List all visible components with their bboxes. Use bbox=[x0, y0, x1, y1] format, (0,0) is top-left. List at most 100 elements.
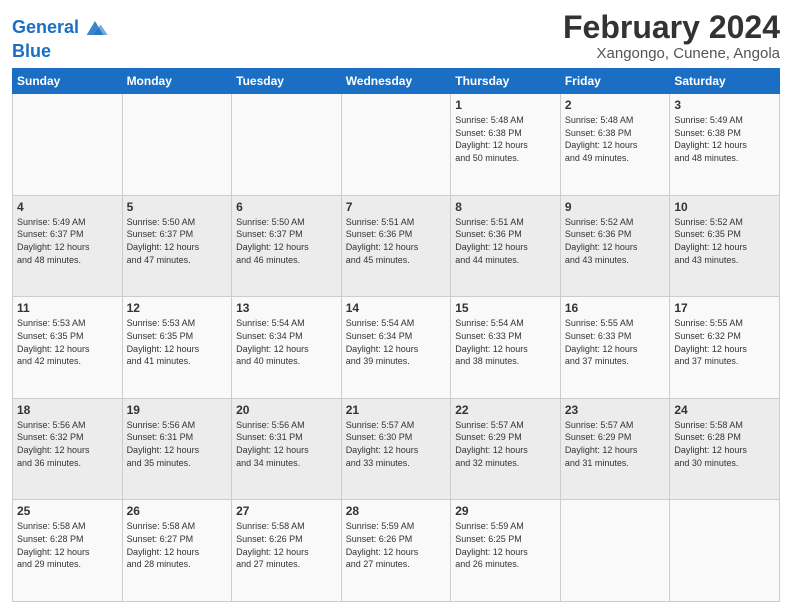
calendar-cell: 7 Sunrise: 5:51 AM Sunset: 6:36 PM Daylig… bbox=[341, 195, 451, 297]
calendar-cell: 8Sunrise: 5:51 AM Sunset: 6:36 PM Daylig… bbox=[451, 195, 561, 297]
calendar-cell: 26 Sunrise: 5:58 AM Sunset: 6:27 PM Dayli… bbox=[122, 500, 232, 602]
day-info: Sunrise: 5:55 AM Sunset: 6:33 PM Dayligh… bbox=[565, 317, 666, 367]
day-number: 28 bbox=[346, 504, 447, 518]
day-info: Sunrise: 5:57 AM Sunset: 6:30 PM Dayligh… bbox=[346, 419, 447, 469]
day-number: 29 bbox=[455, 504, 556, 518]
calendar-cell: 20 Sunrise: 5:56 AM Sunset: 6:31 PM Dayli… bbox=[232, 398, 342, 500]
day-info: Sunrise: 5:59 AM Sunset: 6:25 PM Dayligh… bbox=[455, 520, 556, 570]
day-number: 6 bbox=[236, 200, 337, 214]
calendar-cell: 2Sunrise: 5:48 AM Sunset: 6:38 PM Daylig… bbox=[560, 94, 670, 196]
weekday-thursday: Thursday bbox=[451, 69, 561, 94]
day-number: 19 bbox=[127, 403, 228, 417]
day-info: Sunrise: 5:58 AM Sunset: 6:27 PM Dayligh… bbox=[127, 520, 228, 570]
calendar-cell: 12 Sunrise: 5:53 AM Sunset: 6:35 PM Dayli… bbox=[122, 297, 232, 399]
day-info: Sunrise: 5:54 AM Sunset: 6:34 PM Dayligh… bbox=[346, 317, 447, 367]
day-number: 5 bbox=[127, 200, 228, 214]
calendar-cell bbox=[670, 500, 780, 602]
calendar-cell: 9 Sunrise: 5:52 AM Sunset: 6:36 PM Daylig… bbox=[560, 195, 670, 297]
calendar-week-3: 11 Sunrise: 5:53 AM Sunset: 6:35 PM Dayli… bbox=[13, 297, 780, 399]
day-number: 7 bbox=[346, 200, 447, 214]
day-info: Sunrise: 5:58 AM Sunset: 6:26 PM Dayligh… bbox=[236, 520, 337, 570]
day-info: Sunrise: 5:53 AM Sunset: 6:35 PM Dayligh… bbox=[17, 317, 118, 367]
calendar-cell bbox=[560, 500, 670, 602]
day-info: Sunrise: 5:54 AM Sunset: 6:33 PM Dayligh… bbox=[455, 317, 556, 367]
weekday-header-row: SundayMondayTuesdayWednesdayThursdayFrid… bbox=[13, 69, 780, 94]
day-number: 14 bbox=[346, 301, 447, 315]
calendar-cell: 17Sunrise: 5:55 AM Sunset: 6:32 PM Dayli… bbox=[670, 297, 780, 399]
day-number: 20 bbox=[236, 403, 337, 417]
day-info: Sunrise: 5:58 AM Sunset: 6:28 PM Dayligh… bbox=[674, 419, 775, 469]
day-info: Sunrise: 5:56 AM Sunset: 6:31 PM Dayligh… bbox=[236, 419, 337, 469]
day-number: 4 bbox=[17, 200, 118, 214]
page: General Blue February 2024 Xangongo, Cun… bbox=[0, 0, 792, 612]
calendar-cell: 14 Sunrise: 5:54 AM Sunset: 6:34 PM Dayli… bbox=[341, 297, 451, 399]
day-info: Sunrise: 5:53 AM Sunset: 6:35 PM Dayligh… bbox=[127, 317, 228, 367]
day-info: Sunrise: 5:52 AM Sunset: 6:36 PM Dayligh… bbox=[565, 216, 666, 266]
day-number: 25 bbox=[17, 504, 118, 518]
logo-text: General bbox=[12, 18, 79, 38]
day-number: 3 bbox=[674, 98, 775, 112]
calendar-cell: 28 Sunrise: 5:59 AM Sunset: 6:26 PM Dayli… bbox=[341, 500, 451, 602]
calendar-cell: 18Sunrise: 5:56 AM Sunset: 6:32 PM Dayli… bbox=[13, 398, 123, 500]
day-number: 1 bbox=[455, 98, 556, 112]
calendar-week-2: 4 Sunrise: 5:49 AM Sunset: 6:37 PM Daylig… bbox=[13, 195, 780, 297]
weekday-monday: Monday bbox=[122, 69, 232, 94]
calendar-cell: 16 Sunrise: 5:55 AM Sunset: 6:33 PM Dayli… bbox=[560, 297, 670, 399]
subtitle: Xangongo, Cunene, Angola bbox=[563, 45, 780, 62]
main-title: February 2024 bbox=[563, 10, 780, 45]
calendar-cell: 1 Sunrise: 5:48 AM Sunset: 6:38 PM Daylig… bbox=[451, 94, 561, 196]
calendar-cell: 10 Sunrise: 5:52 AM Sunset: 6:35 PM Dayli… bbox=[670, 195, 780, 297]
day-number: 9 bbox=[565, 200, 666, 214]
calendar-cell: 5 Sunrise: 5:50 AM Sunset: 6:37 PM Daylig… bbox=[122, 195, 232, 297]
day-info: Sunrise: 5:49 AM Sunset: 6:37 PM Dayligh… bbox=[17, 216, 118, 266]
day-info: Sunrise: 5:49 AM Sunset: 6:38 PM Dayligh… bbox=[674, 114, 775, 164]
calendar-week-4: 18Sunrise: 5:56 AM Sunset: 6:32 PM Dayli… bbox=[13, 398, 780, 500]
day-number: 10 bbox=[674, 200, 775, 214]
day-info: Sunrise: 5:58 AM Sunset: 6:28 PM Dayligh… bbox=[17, 520, 118, 570]
day-info: Sunrise: 5:59 AM Sunset: 6:26 PM Dayligh… bbox=[346, 520, 447, 570]
calendar-cell: 22Sunrise: 5:57 AM Sunset: 6:29 PM Dayli… bbox=[451, 398, 561, 500]
logo-blue: Blue bbox=[12, 42, 109, 62]
day-number: 18 bbox=[17, 403, 118, 417]
day-number: 26 bbox=[127, 504, 228, 518]
title-block: February 2024 Xangongo, Cunene, Angola bbox=[563, 10, 780, 62]
day-info: Sunrise: 5:50 AM Sunset: 6:37 PM Dayligh… bbox=[236, 216, 337, 266]
calendar-cell: 6 Sunrise: 5:50 AM Sunset: 6:37 PM Daylig… bbox=[232, 195, 342, 297]
calendar-cell bbox=[13, 94, 123, 196]
calendar-cell: 13Sunrise: 5:54 AM Sunset: 6:34 PM Dayli… bbox=[232, 297, 342, 399]
calendar-cell bbox=[232, 94, 342, 196]
day-info: Sunrise: 5:51 AM Sunset: 6:36 PM Dayligh… bbox=[346, 216, 447, 266]
calendar-cell: 19 Sunrise: 5:56 AM Sunset: 6:31 PM Dayli… bbox=[122, 398, 232, 500]
day-number: 11 bbox=[17, 301, 118, 315]
calendar-cell: 15Sunrise: 5:54 AM Sunset: 6:33 PM Dayli… bbox=[451, 297, 561, 399]
calendar-week-5: 25 Sunrise: 5:58 AM Sunset: 6:28 PM Dayli… bbox=[13, 500, 780, 602]
calendar-cell bbox=[122, 94, 232, 196]
weekday-tuesday: Tuesday bbox=[232, 69, 342, 94]
day-number: 8 bbox=[455, 200, 556, 214]
calendar-cell: 11 Sunrise: 5:53 AM Sunset: 6:35 PM Dayli… bbox=[13, 297, 123, 399]
day-info: Sunrise: 5:52 AM Sunset: 6:35 PM Dayligh… bbox=[674, 216, 775, 266]
day-number: 12 bbox=[127, 301, 228, 315]
day-number: 27 bbox=[236, 504, 337, 518]
calendar-table: SundayMondayTuesdayWednesdayThursdayFrid… bbox=[12, 68, 780, 602]
calendar-cell: 21Sunrise: 5:57 AM Sunset: 6:30 PM Dayli… bbox=[341, 398, 451, 500]
logo: General Blue bbox=[12, 14, 109, 62]
calendar-week-1: 1 Sunrise: 5:48 AM Sunset: 6:38 PM Daylig… bbox=[13, 94, 780, 196]
day-number: 2 bbox=[565, 98, 666, 112]
weekday-friday: Friday bbox=[560, 69, 670, 94]
day-info: Sunrise: 5:57 AM Sunset: 6:29 PM Dayligh… bbox=[455, 419, 556, 469]
calendar-cell: 24Sunrise: 5:58 AM Sunset: 6:28 PM Dayli… bbox=[670, 398, 780, 500]
calendar-cell: 3 Sunrise: 5:49 AM Sunset: 6:38 PM Daylig… bbox=[670, 94, 780, 196]
day-number: 23 bbox=[565, 403, 666, 417]
logo-icon bbox=[81, 14, 109, 42]
day-info: Sunrise: 5:54 AM Sunset: 6:34 PM Dayligh… bbox=[236, 317, 337, 367]
day-info: Sunrise: 5:56 AM Sunset: 6:31 PM Dayligh… bbox=[127, 419, 228, 469]
calendar-cell: 25 Sunrise: 5:58 AM Sunset: 6:28 PM Dayli… bbox=[13, 500, 123, 602]
day-info: Sunrise: 5:48 AM Sunset: 6:38 PM Dayligh… bbox=[455, 114, 556, 164]
logo-general: General bbox=[12, 17, 79, 37]
day-info: Sunrise: 5:50 AM Sunset: 6:37 PM Dayligh… bbox=[127, 216, 228, 266]
day-number: 17 bbox=[674, 301, 775, 315]
calendar-cell bbox=[341, 94, 451, 196]
calendar-cell: 23Sunrise: 5:57 AM Sunset: 6:29 PM Dayli… bbox=[560, 398, 670, 500]
day-number: 16 bbox=[565, 301, 666, 315]
